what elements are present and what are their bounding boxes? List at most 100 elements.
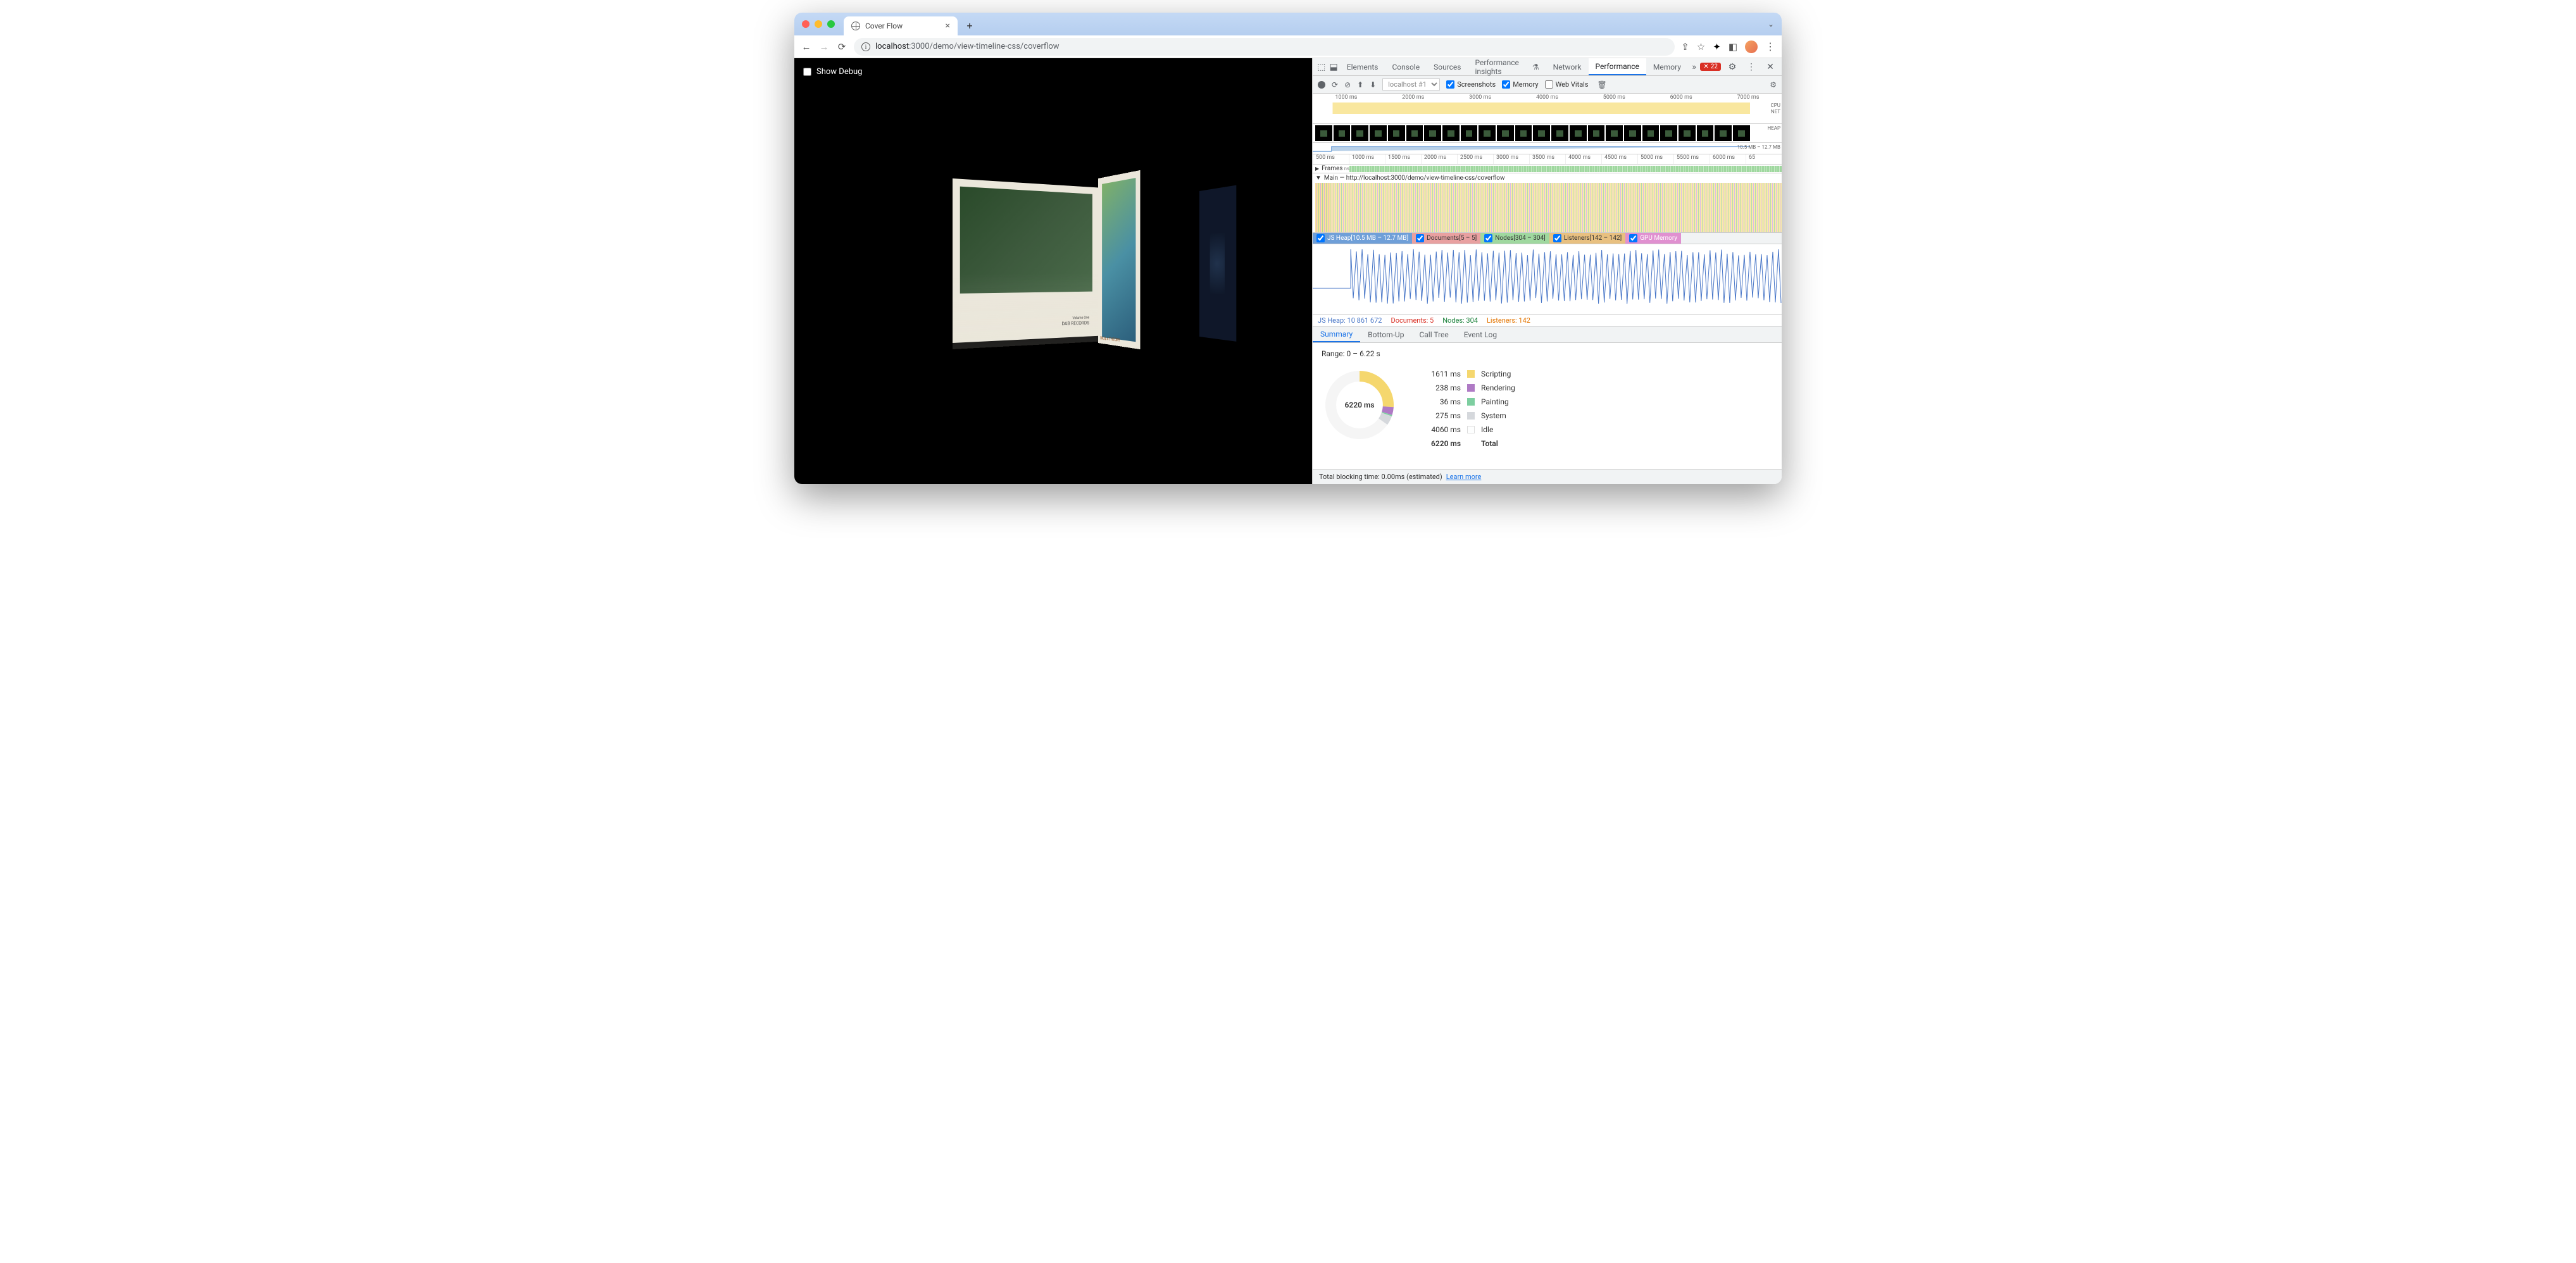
screenshot-thumb[interactable] xyxy=(1679,125,1696,141)
counter-gpu-memory[interactable]: GPU Memory xyxy=(1625,233,1681,244)
heap-range-label: 10.5 MB – 12.7 MB xyxy=(1737,144,1780,150)
error-count-badge[interactable]: ✕ 22 xyxy=(1700,63,1721,71)
screenshot-thumb[interactable] xyxy=(1406,125,1423,141)
memory-checkbox[interactable]: Memory xyxy=(1502,80,1538,89)
close-window-button[interactable] xyxy=(802,20,810,28)
webvitals-checkbox[interactable]: Web Vitals xyxy=(1545,80,1589,89)
heap-overview-sparkline[interactable]: 10.5 MB – 12.7 MB xyxy=(1313,143,1782,154)
capture-settings-icon[interactable]: ⚙ xyxy=(1770,80,1777,89)
save-profile-icon[interactable]: ⬇ xyxy=(1370,80,1376,89)
learn-more-link[interactable]: Learn more xyxy=(1446,473,1482,481)
devtools-settings-icon[interactable]: ⚙ xyxy=(1725,62,1740,72)
reload-record-icon[interactable]: ⟳ xyxy=(1332,80,1338,89)
screenshot-thumb[interactable] xyxy=(1479,125,1496,141)
new-tab-button[interactable]: + xyxy=(961,17,978,34)
screenshot-thumb[interactable] xyxy=(1570,125,1587,141)
site-info-icon[interactable]: i xyxy=(861,42,870,51)
tab-memory[interactable]: Memory xyxy=(1646,58,1688,75)
tab-performance[interactable]: Performance xyxy=(1589,58,1646,75)
flame-chart[interactable] xyxy=(1313,183,1782,232)
address-bar-actions: ⇪ ☆ ✦ ◧ ⋮ xyxy=(1681,40,1775,53)
tab-sources[interactable]: Sources xyxy=(1427,58,1468,75)
devtools-close-icon[interactable]: ✕ xyxy=(1763,62,1778,72)
screenshots-checkbox[interactable]: Screenshots xyxy=(1446,80,1496,89)
screenshot-thumb[interactable] xyxy=(1442,125,1460,141)
profile-avatar[interactable] xyxy=(1745,40,1758,53)
show-debug-toggle[interactable]: Show Debug xyxy=(803,67,862,77)
close-tab-icon[interactable]: × xyxy=(946,21,950,31)
browser-tab[interactable]: Cover Flow × xyxy=(844,16,958,35)
tab-title: Cover Flow xyxy=(865,22,903,30)
tab-summary[interactable]: Summary xyxy=(1313,327,1360,342)
extensions-icon[interactable]: ✦ xyxy=(1713,41,1721,53)
garbage-collect-icon[interactable]: 🗑 xyxy=(1597,80,1607,89)
back-button[interactable]: ← xyxy=(801,41,812,53)
show-debug-checkbox[interactable] xyxy=(803,68,811,76)
tab-call-tree[interactable]: Call Tree xyxy=(1411,327,1456,342)
heap-graph[interactable] xyxy=(1313,244,1782,315)
collapse-icon[interactable]: ▼ xyxy=(1315,175,1322,182)
screenshot-thumb[interactable] xyxy=(1588,125,1605,141)
screenshot-thumb[interactable] xyxy=(1351,125,1368,141)
screenshot-thumb[interactable] xyxy=(1733,125,1750,141)
screenshot-thumb[interactable] xyxy=(1697,125,1714,141)
main-thread-track[interactable]: ▼ Main — http://localhost:3000/demo/view… xyxy=(1313,173,1782,233)
album-cover-2[interactable]: OK & 4 THEORY xyxy=(1098,170,1141,349)
screenshot-thumb[interactable] xyxy=(1660,125,1677,141)
devtools-menu-icon[interactable]: ⋮ xyxy=(1744,62,1759,72)
reload-button[interactable]: ⟳ xyxy=(836,41,847,53)
counter-nodes[interactable]: Nodes[304 – 304] xyxy=(1480,233,1549,244)
screenshot-thumb[interactable] xyxy=(1515,125,1532,141)
screenshot-thumb[interactable] xyxy=(1551,125,1568,141)
counter-documents[interactable]: Documents[5 – 5] xyxy=(1412,233,1480,244)
screenshot-thumb[interactable] xyxy=(1461,125,1478,141)
forward-button[interactable]: → xyxy=(818,41,830,53)
counter-listeners[interactable]: Listeners[142 – 142] xyxy=(1549,233,1625,244)
album-cover-3[interactable] xyxy=(1199,185,1236,342)
screenshot-thumb[interactable] xyxy=(1715,125,1732,141)
screenshot-thumb[interactable] xyxy=(1533,125,1550,141)
frames-track[interactable]: ▶ Frames ns xyxy=(1313,165,1782,173)
tab-perf-insights[interactable]: Performance insights ⚗ xyxy=(1468,58,1546,75)
main-track-header[interactable]: ▼ Main — http://localhost:3000/demo/view… xyxy=(1313,173,1782,183)
record-button[interactable] xyxy=(1318,81,1325,89)
coverflow-stage[interactable]: Volume One DAB RECORDS OK & 4 THEORY xyxy=(826,115,1312,427)
bookmark-icon[interactable]: ☆ xyxy=(1697,41,1705,53)
screenshot-thumb[interactable] xyxy=(1497,125,1514,141)
screenshot-thumb[interactable] xyxy=(1370,125,1387,141)
expand-icon[interactable]: ▶ xyxy=(1315,166,1319,171)
screenshot-thumb[interactable] xyxy=(1424,125,1441,141)
screenshots-filmstrip[interactable]: HEAP xyxy=(1313,124,1782,143)
share-icon[interactable]: ⇪ xyxy=(1681,41,1689,53)
summary-legend: 1611 msScripting 238 msRendering 36 msPa… xyxy=(1423,367,1515,451)
screenshot-thumb[interactable] xyxy=(1642,125,1660,141)
timeline-ruler[interactable]: 500 ms1000 ms1500 ms2000 ms2500 ms3000 m… xyxy=(1313,154,1782,165)
screenshot-thumb[interactable] xyxy=(1334,125,1351,141)
clear-icon[interactable]: ⊘ xyxy=(1344,80,1351,89)
screenshot-thumb[interactable] xyxy=(1315,125,1332,141)
tab-event-log[interactable]: Event Log xyxy=(1456,327,1504,342)
minimize-window-button[interactable] xyxy=(815,20,822,28)
tab-elements[interactable]: Elements xyxy=(1340,58,1385,75)
timeline-overview[interactable]: 1000 ms2000 ms3000 ms4000 ms5000 ms6000 … xyxy=(1313,94,1782,124)
maximize-window-button[interactable] xyxy=(827,20,835,28)
tab-console[interactable]: Console xyxy=(1385,58,1427,75)
tab-overflow-icon[interactable]: ⌄ xyxy=(1768,20,1774,28)
inspect-element-icon[interactable]: ⬚ xyxy=(1315,58,1327,75)
device-toolbar-icon[interactable]: ⬓ xyxy=(1327,58,1339,75)
more-tabs-icon[interactable]: » xyxy=(1688,58,1700,75)
screenshot-thumb[interactable] xyxy=(1388,125,1405,141)
legend-scripting: 1611 msScripting xyxy=(1423,367,1515,381)
screenshot-thumb[interactable] xyxy=(1624,125,1641,141)
browser-menu-icon[interactable]: ⋮ xyxy=(1765,40,1775,53)
tab-bottom-up[interactable]: Bottom-Up xyxy=(1360,327,1411,342)
url-text: localhost:3000/demo/view-timeline-css/co… xyxy=(875,42,1060,51)
sidepanel-icon[interactable]: ◧ xyxy=(1729,41,1737,53)
frames-strip xyxy=(1349,166,1782,172)
screenshot-thumb[interactable] xyxy=(1606,125,1623,141)
load-profile-icon[interactable]: ⬆ xyxy=(1357,80,1363,89)
url-input[interactable]: i localhost:3000/demo/view-timeline-css/… xyxy=(854,38,1675,56)
tab-network[interactable]: Network xyxy=(1546,58,1589,75)
target-select[interactable]: localhost #1 xyxy=(1382,78,1440,90)
counter-js-heap[interactable]: JS Heap[10.5 MB – 12.7 MB] xyxy=(1313,233,1412,244)
